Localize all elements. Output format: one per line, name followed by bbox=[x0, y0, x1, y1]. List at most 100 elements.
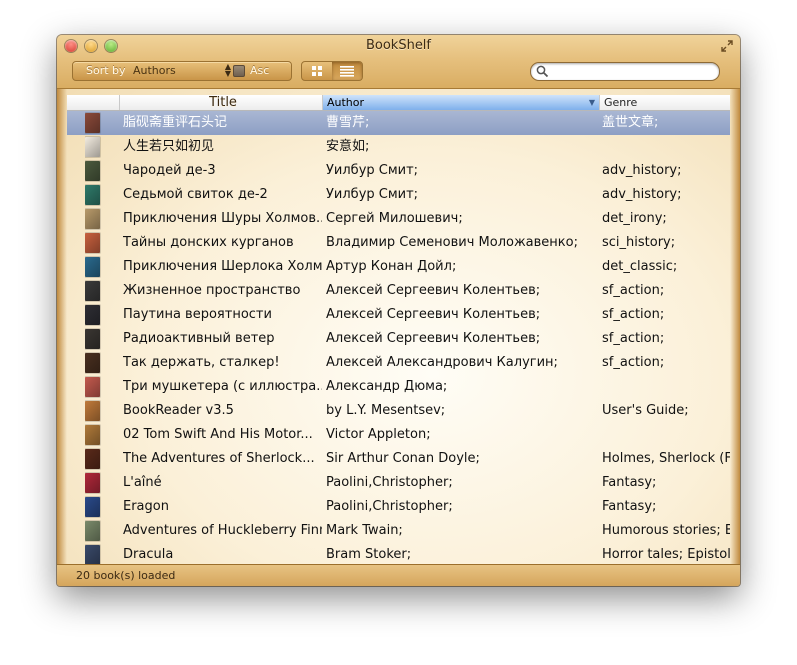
column-header-genre[interactable]: Genre bbox=[599, 95, 730, 110]
author-cell: Алексей Сергеевич Колентьев; bbox=[326, 307, 541, 322]
fullscreen-icon[interactable] bbox=[720, 39, 734, 53]
table-row[interactable]: Чародей де-3 Уилбур Смит; adv_history; bbox=[67, 159, 730, 183]
title-cell: Adventures of Huckleberry Finn bbox=[123, 523, 322, 538]
table-row[interactable]: 脂砚斋重评石头记 曹雪芹; 盖世文章; bbox=[67, 111, 730, 135]
table-row[interactable]: Тайны донских курганов Владимир Семенович… bbox=[67, 231, 730, 255]
bookshelf-window: BookShelf Sort by Authors ▲ ▼ Asc Title … bbox=[57, 35, 740, 586]
book-cover-thumbnail bbox=[85, 113, 100, 133]
table-row[interactable]: Радиоактивный ветер Алексей Сергеевич Кол… bbox=[67, 327, 730, 351]
genre-cell: adv_history; bbox=[602, 187, 682, 202]
sort-field-select[interactable]: Authors ▲ ▼ bbox=[133, 62, 237, 78]
author-cell: Bram Stoker; bbox=[326, 547, 412, 562]
title-cell: Седьмой свиток де-2 bbox=[123, 187, 268, 202]
sort-descending-icon: ▼ bbox=[588, 98, 595, 107]
book-cover-thumbnail bbox=[85, 281, 100, 301]
status-text: 20 book(s) loaded bbox=[76, 569, 176, 582]
updown-arrows-icon: ▲ ▼ bbox=[224, 62, 231, 78]
author-cell: Sir Arthur Conan Doyle; bbox=[326, 451, 480, 466]
column-header-cover[interactable] bbox=[67, 95, 119, 110]
book-list-area: Title Author ▼ Genre 脂砚斋重评石头记 曹雪芹; 盖世文章; 人生… bbox=[57, 89, 740, 564]
sort-control: Sort by Authors ▲ ▼ Asc bbox=[72, 61, 292, 81]
title-cell: Три мушкетера (с иллюстра... bbox=[123, 379, 322, 394]
cover-cell bbox=[85, 135, 103, 159]
book-cover-thumbnail bbox=[85, 305, 100, 325]
title-cell: Паутина вероятности bbox=[123, 307, 272, 322]
table-row[interactable]: 人生若只如初见 安意如; bbox=[67, 135, 730, 159]
table-row[interactable]: Adventures of Huckleberry Finn Mark Twain… bbox=[67, 519, 730, 543]
ascending-checkbox[interactable] bbox=[233, 65, 245, 77]
table-row[interactable]: Dracula Bram Stoker; Horror tales; Epistol… bbox=[67, 543, 730, 564]
list-icon bbox=[340, 66, 354, 77]
book-cover-thumbnail bbox=[85, 185, 100, 205]
genre-cell: sf_action; bbox=[602, 355, 665, 370]
table-row[interactable]: Жизненное пространство Алексей Сергеевич … bbox=[67, 279, 730, 303]
column-header-author-label: Author bbox=[327, 96, 365, 109]
book-cover-thumbnail bbox=[85, 161, 100, 181]
cover-cell bbox=[85, 279, 103, 303]
title-cell: Жизненное пространство bbox=[123, 283, 301, 298]
author-cell: Владимир Семенович Моложавенко; bbox=[326, 235, 578, 250]
table-row[interactable]: Седьмой свиток де-2 Уилбур Смит; adv_histo… bbox=[67, 183, 730, 207]
genre-cell: sci_history; bbox=[602, 235, 676, 250]
table-row[interactable]: Так держать, сталкер! Алексей Александров… bbox=[67, 351, 730, 375]
table-row[interactable]: Приключения Шуры Холмов... Сергей Милошев… bbox=[67, 207, 730, 231]
genre-cell: sf_action; bbox=[602, 283, 665, 298]
cover-cell bbox=[85, 351, 103, 375]
column-header-author[interactable]: Author ▼ bbox=[322, 95, 599, 110]
title-cell: 人生若只如初见 bbox=[123, 139, 215, 154]
book-cover-thumbnail bbox=[85, 257, 100, 277]
genre-cell: 盖世文章; bbox=[602, 115, 659, 130]
table-row[interactable]: 02 Tom Swift And His Motor... Victor Appl… bbox=[67, 423, 730, 447]
cover-cell bbox=[85, 447, 103, 471]
cover-cell bbox=[85, 231, 103, 255]
author-cell: Уилбур Смит; bbox=[326, 187, 419, 202]
table-row[interactable]: The Adventures of Sherlock... Sir Arthur … bbox=[67, 447, 730, 471]
book-cover-thumbnail bbox=[85, 521, 100, 541]
book-cover-thumbnail bbox=[85, 377, 100, 397]
author-cell: Сергей Милошевич; bbox=[326, 211, 463, 226]
table-row[interactable]: Три мушкетера (с иллюстра... Александр Дю… bbox=[67, 375, 730, 399]
title-cell: Радиоактивный ветер bbox=[123, 331, 275, 346]
books-table: Title Author ▼ Genre 脂砚斋重评石头记 曹雪芹; 盖世文章; 人生… bbox=[67, 95, 730, 564]
author-cell: Алексей Сергеевич Колентьев; bbox=[326, 331, 541, 346]
search-field[interactable] bbox=[530, 62, 720, 81]
window-title: BookShelf bbox=[365, 38, 432, 53]
author-cell: by L.Y. Mesentsev; bbox=[326, 403, 446, 418]
table-row[interactable]: BookReader v3.5 by L.Y. Mesentsev; User's … bbox=[67, 399, 730, 423]
book-cover-thumbnail bbox=[85, 545, 100, 564]
title-cell: Чародей де-3 bbox=[123, 163, 216, 178]
search-input[interactable] bbox=[553, 64, 711, 78]
author-cell: Mark Twain; bbox=[326, 523, 403, 538]
table-row[interactable]: Приключения Шерлока Холмса Артур Конан До… bbox=[67, 255, 730, 279]
author-cell: Александр Дюма; bbox=[326, 379, 448, 394]
parchment-edge-left bbox=[57, 89, 67, 564]
title-cell: BookReader v3.5 bbox=[123, 403, 234, 418]
ascending-label: Asc bbox=[250, 64, 270, 77]
cover-cell bbox=[85, 207, 103, 231]
title-cell: 脂砚斋重评石头记 bbox=[123, 115, 228, 130]
book-cover-thumbnail bbox=[85, 137, 100, 157]
genre-cell: sf_action; bbox=[602, 307, 665, 322]
genre-cell: User's Guide; bbox=[602, 403, 689, 418]
author-cell: Алексей Александрович Калугин; bbox=[326, 355, 558, 370]
parchment-edge-right bbox=[730, 89, 740, 564]
genre-cell: det_classic; bbox=[602, 259, 678, 274]
list-view-button[interactable] bbox=[332, 62, 362, 80]
genre-cell bbox=[602, 423, 730, 447]
column-header-title[interactable]: Title bbox=[119, 95, 322, 110]
status-bar: 20 book(s) loaded bbox=[57, 564, 740, 586]
table-body: 脂砚斋重评石头记 曹雪芹; 盖世文章; 人生若只如初见 安意如; Чародей де-3… bbox=[67, 111, 730, 564]
cover-cell bbox=[85, 543, 103, 564]
table-row[interactable]: Паутина вероятности Алексей Сергеевич Кол… bbox=[67, 303, 730, 327]
genre-cell: Fantasy; bbox=[602, 499, 657, 514]
book-cover-thumbnail bbox=[85, 329, 100, 349]
table-row[interactable]: Eragon Paolini,Christopher; Fantasy; bbox=[67, 495, 730, 519]
title-cell: L'aîné bbox=[123, 475, 162, 490]
book-cover-thumbnail bbox=[85, 209, 100, 229]
genre-cell: Horror tales; Epistol: bbox=[602, 547, 730, 562]
table-row[interactable]: L'aîné Paolini,Christopher; Fantasy; bbox=[67, 471, 730, 495]
cover-cell bbox=[85, 423, 103, 447]
grid-view-button[interactable] bbox=[302, 62, 333, 80]
cover-cell bbox=[85, 159, 103, 183]
cover-cell bbox=[85, 375, 103, 399]
